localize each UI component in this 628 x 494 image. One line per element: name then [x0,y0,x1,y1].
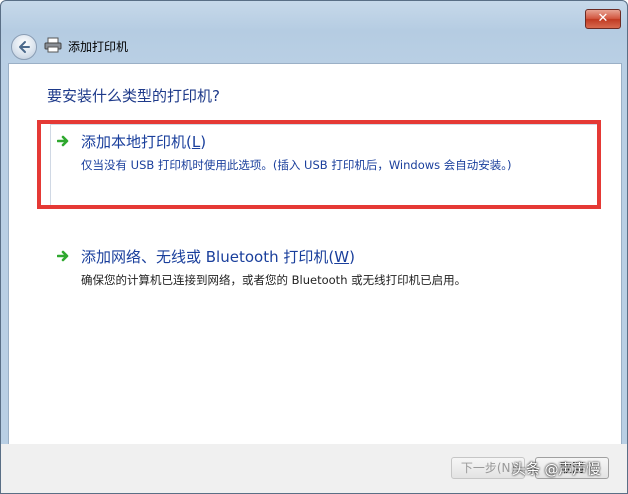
watermark: 头条 @声声慢 [512,462,601,478]
option-title: 添加网络、无线或 Bluetooth 打印机(W) [81,248,355,266]
close-button[interactable]: ✕ [585,9,621,29]
page-heading: 要安装什么类型的打印机? [47,87,220,105]
red-highlight-box [37,120,601,209]
wizard-content: 要安装什么类型的打印机? 添加本地打印机(L) 仅当没有 USB 打印机时使用此… [8,63,622,445]
window-title: 添加打印机 [68,40,129,54]
printer-icon [44,37,62,53]
green-arrow-icon [57,250,69,262]
add-network-printer-option[interactable]: 添加网络、无线或 Bluetooth 打印机(W) 确保您的计算机已连接到网络，… [49,237,599,321]
back-button[interactable] [11,34,37,60]
option-description: 确保您的计算机已连接到网络，或者您的 Bluetooth 或无线打印机已启用。 [81,273,467,287]
add-printer-window: ✕ 添加打印机 要安装什么类型的打印机? 添加本地打印机(L) 仅当没有 USB… [0,0,628,494]
back-arrow-icon [19,41,30,53]
